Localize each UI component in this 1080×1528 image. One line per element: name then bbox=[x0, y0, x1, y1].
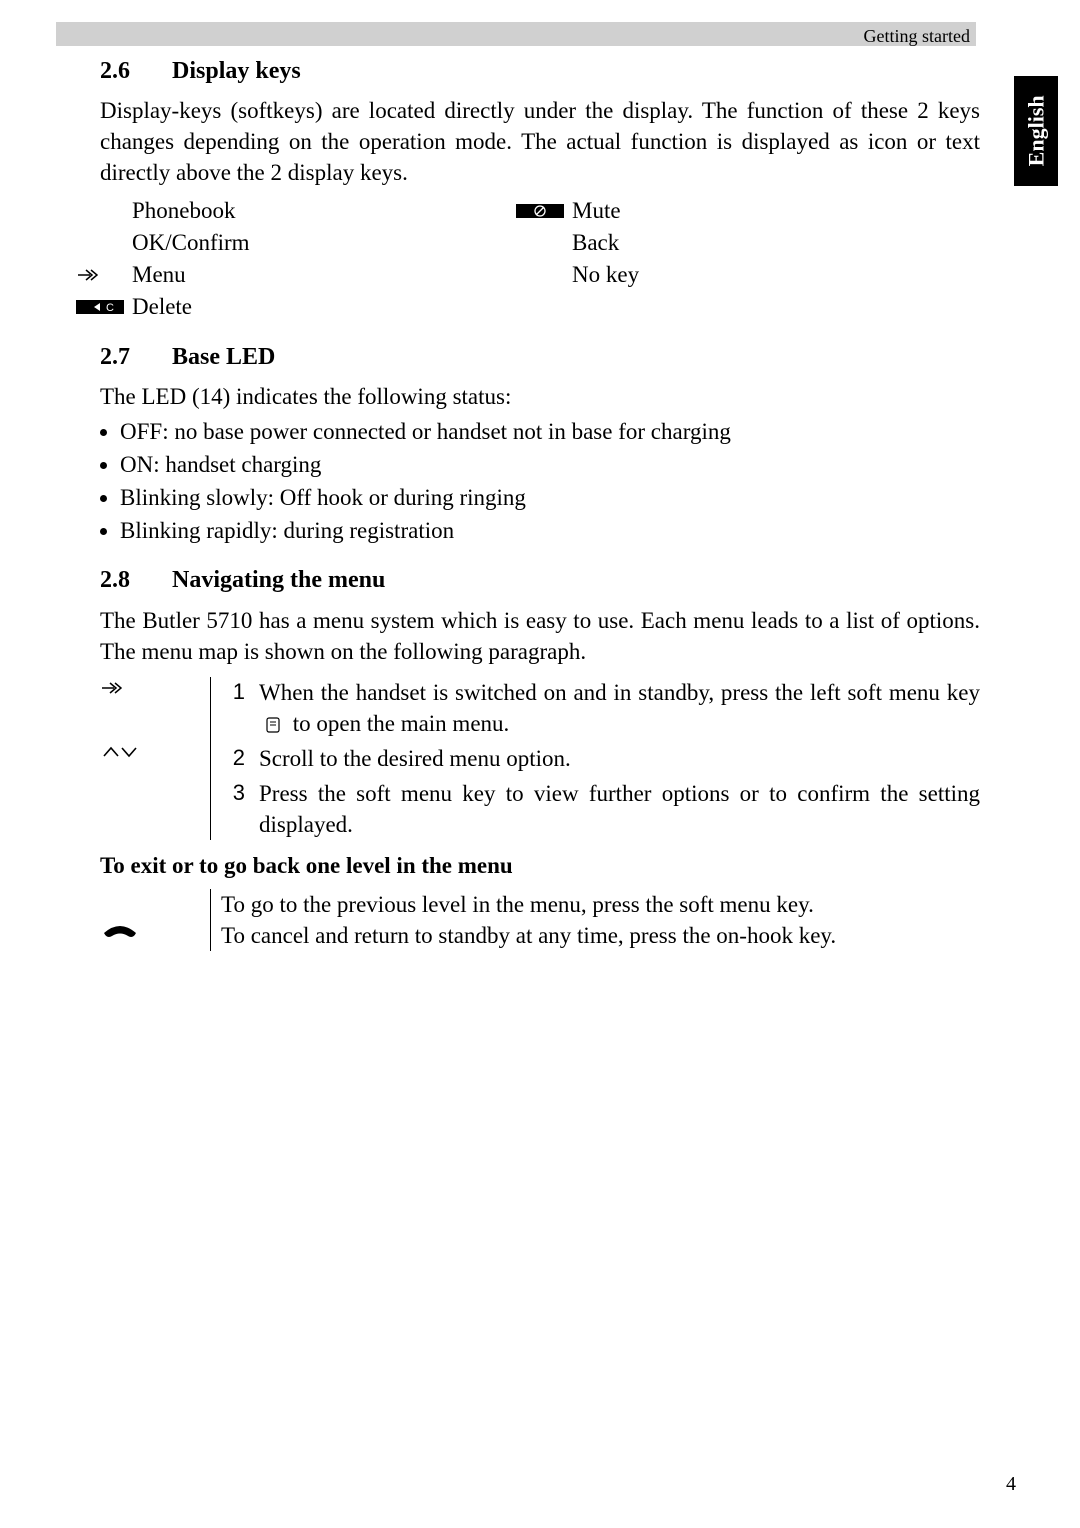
menu-arrow-icon bbox=[76, 266, 132, 284]
exit-text: To go to the previous level in the menu,… bbox=[221, 889, 980, 920]
header-chapter: Getting started bbox=[864, 24, 970, 48]
onhook-icon bbox=[100, 921, 210, 941]
step-text: Press the soft menu key to view further … bbox=[259, 778, 980, 840]
section-2-6: 2.6Display keys Display-keys (softkeys) … bbox=[100, 55, 980, 323]
list-item: Blinking rapidly: during registration bbox=[120, 515, 980, 546]
step-text-post: to open the main menu. bbox=[293, 711, 510, 736]
key-label: Delete bbox=[132, 291, 192, 322]
section-heading: 2.8Navigating the menu bbox=[100, 564, 980, 596]
section-heading: 2.7Base LED bbox=[100, 341, 980, 373]
section-number: 2.7 bbox=[100, 341, 172, 373]
section-number: 2.8 bbox=[100, 564, 172, 596]
subsection-heading: To exit or to go back one level in the m… bbox=[100, 850, 980, 881]
language-tab: English bbox=[1014, 76, 1058, 186]
list-item: OFF: no base power connected or handset … bbox=[120, 416, 980, 447]
section-2-8: 2.8Navigating the menu The Butler 5710 h… bbox=[100, 564, 980, 951]
key-label: No key bbox=[572, 259, 639, 290]
updown-icon bbox=[100, 743, 210, 761]
step-text: Scroll to the desired menu option. bbox=[259, 743, 980, 774]
section-title: Base LED bbox=[172, 344, 275, 370]
list-item: ON: handset charging bbox=[120, 449, 980, 480]
delete-key-icon: C bbox=[76, 298, 132, 316]
softkey-icon bbox=[265, 716, 281, 734]
section-intro: The LED (14) indicates the following sta… bbox=[100, 381, 980, 412]
list-item: Blinking slowly: Off hook or during ring… bbox=[120, 482, 980, 513]
section-number: 2.6 bbox=[100, 55, 172, 87]
key-label: Menu bbox=[132, 259, 186, 290]
step-number: 2 bbox=[221, 743, 245, 774]
section-title: Navigating the menu bbox=[172, 567, 385, 593]
mute-key-icon bbox=[516, 202, 572, 220]
key-label: Mute bbox=[572, 195, 621, 226]
menu-arrow-icon bbox=[100, 677, 210, 743]
led-status-list: OFF: no base power connected or handset … bbox=[100, 416, 980, 546]
section-heading: 2.6Display keys bbox=[100, 55, 980, 87]
section-title: Display keys bbox=[172, 58, 301, 84]
exit-text: To cancel and return to standby at any t… bbox=[221, 920, 980, 951]
section-para: The Butler 5710 has a menu system which … bbox=[100, 605, 980, 667]
key-label: Phonebook bbox=[132, 195, 236, 226]
steps-block: 1 When the handset is switched on and in… bbox=[210, 677, 980, 840]
svg-text:C: C bbox=[106, 302, 114, 314]
exit-block: To go to the previous level in the menu,… bbox=[210, 889, 980, 951]
step-text-pre: When the handset is switched on and in s… bbox=[259, 680, 980, 705]
step-text: When the handset is switched on and in s… bbox=[259, 677, 980, 739]
key-label: Back bbox=[572, 227, 619, 258]
display-keys-table: Phonebook OK/Confirm Menu C bbox=[76, 195, 980, 323]
section-2-7: 2.7Base LED The LED (14) indicates the f… bbox=[100, 341, 980, 547]
header-bar bbox=[56, 22, 976, 46]
key-label: OK/Confirm bbox=[132, 227, 250, 258]
language-tab-label: English bbox=[1021, 96, 1051, 167]
page-number: 4 bbox=[1006, 1471, 1016, 1498]
section-para: Display-keys (softkeys) are located dire… bbox=[100, 95, 980, 188]
page-content: 2.6Display keys Display-keys (softkeys) … bbox=[100, 55, 980, 969]
step-number: 1 bbox=[221, 677, 245, 739]
step-number: 3 bbox=[221, 778, 245, 840]
